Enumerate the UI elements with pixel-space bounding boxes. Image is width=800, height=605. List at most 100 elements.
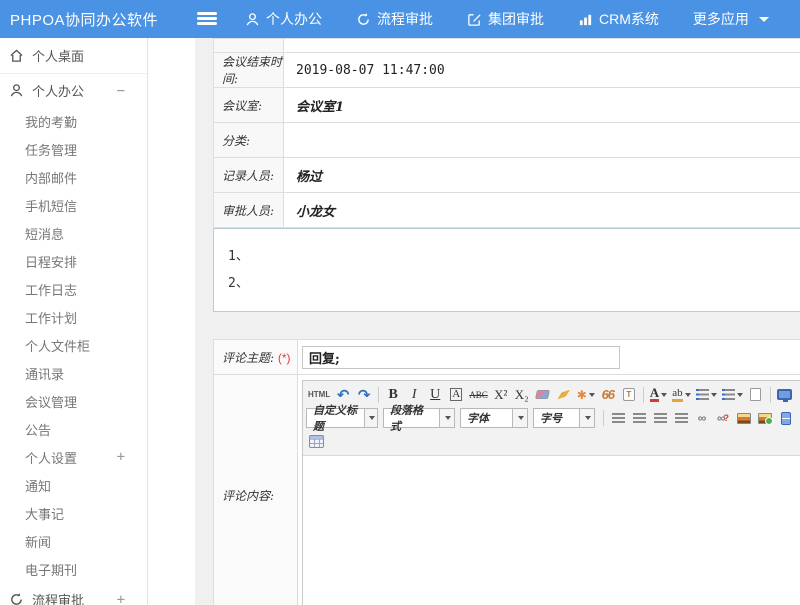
align-left-icon[interactable] [608, 408, 628, 428]
sidebar-item-meeting-management[interactable]: 会议管理 [0, 387, 147, 415]
chevron-down-icon [579, 409, 594, 427]
heading-select[interactable]: 自定义标题 [306, 408, 378, 428]
person-icon [9, 83, 24, 98]
sidebar-item-schedule[interactable]: 日程安排 [0, 247, 147, 275]
sidebar-item-sms[interactable]: 手机短信 [0, 191, 147, 219]
paste-as-text-icon[interactable]: T [619, 385, 639, 405]
sidebar: 个人桌面 个人办公 − 我的考勤 任务管理 内部邮件 手机短信 短消息 日程安排… [0, 38, 148, 605]
sidebar-item-my-attendance[interactable]: 我的考勤 [0, 107, 147, 135]
align-center-icon[interactable] [629, 408, 649, 428]
expand-icon[interactable]: + [117, 449, 147, 465]
comment-subject-input[interactable] [302, 346, 620, 369]
expand-icon[interactable]: + [117, 592, 147, 605]
editor-toolbar: HTML ↶ ↷ B I U A ABC X² X₂ [303, 381, 800, 456]
fullscreen-icon[interactable] [775, 385, 795, 405]
nav-label: CRM系统 [599, 9, 659, 29]
unlink-mark: ? [724, 413, 730, 423]
category-value [284, 123, 800, 158]
approver-value: 小龙女 [284, 193, 800, 228]
sidebar-item-label: 个人办公 [32, 81, 84, 100]
top-nav: 个人办公 流程审批 集团审批 CRM系统 更多应用 [231, 0, 783, 38]
edit-icon [467, 12, 482, 27]
nav-group-approval[interactable]: 集团审批 [453, 0, 558, 38]
nav-more-apps[interactable]: 更多应用 [679, 0, 783, 38]
sidebar-item-e-journal[interactable]: 电子期刊 [0, 555, 147, 583]
sidebar-item-contacts[interactable]: 通讯录 [0, 359, 147, 387]
sidebar-item-news[interactable]: 新闻 [0, 527, 147, 555]
comment-content-label-text: 评论内容: [222, 489, 274, 503]
font-style-button[interactable]: A [446, 385, 466, 405]
editor-content-area[interactable] [303, 456, 800, 605]
autoformat-wand-icon[interactable]: ✱ [575, 385, 597, 405]
sidebar-item-short-message[interactable]: 短消息 [0, 219, 147, 247]
meeting-content-box: 1、 2、 [213, 228, 800, 312]
table-row [214, 39, 800, 53]
font-family-select[interactable]: 字体 [460, 408, 528, 428]
sidebar-item-workflow-approval[interactable]: 流程审批 + [0, 583, 147, 605]
paragraph-format-select[interactable]: 段落格式 [383, 408, 455, 428]
sidebar-item-personal-settings[interactable]: 个人设置 + [0, 443, 147, 471]
insert-media-icon[interactable] [776, 408, 796, 428]
font-size-select[interactable]: 字号 [533, 408, 595, 428]
table-row: 审批人员: 小龙女 [214, 193, 800, 228]
upload-image-icon[interactable] [755, 408, 775, 428]
format-painter-icon[interactable] [554, 385, 574, 405]
table-row: 分类: [214, 123, 800, 158]
toolbar-row-3 [306, 430, 800, 453]
align-justify-icon[interactable] [671, 408, 691, 428]
nav-label: 更多应用 [693, 9, 749, 29]
insert-image-icon[interactable] [734, 408, 754, 428]
sidebar-item-personal-office[interactable]: 个人办公 − [0, 74, 147, 107]
sidebar-item-label: 流程审批 [32, 590, 84, 605]
sidebar-item-label: 任务管理 [25, 140, 77, 159]
chevron-down-icon [439, 409, 454, 427]
ordered-list-button[interactable] [694, 385, 719, 405]
nav-workflow-approval[interactable]: 流程审批 [342, 0, 447, 38]
nav-label: 个人办公 [266, 9, 322, 29]
sidebar-item-label: 工作日志 [25, 280, 77, 299]
remove-link-icon[interactable]: ∞? [713, 408, 733, 428]
sidebar-item-personal-desktop[interactable]: 个人桌面 [0, 38, 147, 74]
subscript-button[interactable]: X₂ [512, 385, 532, 405]
table-row: 会议结束时间: 2019-08-07 11:47:00 [214, 53, 800, 88]
sidebar-item-label: 通讯录 [25, 364, 64, 383]
wand-glyph: ✱ [577, 388, 587, 402]
sidebar-item-notice[interactable]: 通知 [0, 471, 147, 499]
paste-glyph: T [623, 388, 635, 401]
highlight-color-button[interactable]: ab [670, 385, 692, 405]
insert-link-icon[interactable]: ∞ [692, 408, 712, 428]
sidebar-item-label: 短消息 [25, 224, 64, 243]
hamburger-menu-icon[interactable] [197, 12, 217, 26]
meeting-end-time-label: 会议结束时间: [214, 53, 284, 88]
strikethrough-button[interactable]: ABC [467, 385, 490, 405]
cycle-icon [356, 12, 371, 27]
sidebar-item-internal-mail[interactable]: 内部邮件 [0, 163, 147, 191]
home-icon [9, 48, 24, 63]
nav-personal-office[interactable]: 个人办公 [231, 0, 336, 38]
sidebar-item-label: 公告 [25, 420, 51, 439]
sidebar-item-label: 内部邮件 [25, 168, 77, 187]
person-icon [245, 12, 260, 27]
collapse-icon[interactable]: − [117, 83, 147, 99]
font-color-button[interactable]: A [648, 385, 669, 405]
sidebar-item-announcement[interactable]: 公告 [0, 415, 147, 443]
sidebar-item-task-management[interactable]: 任务管理 [0, 135, 147, 163]
sidebar-item-label: 我的考勤 [25, 112, 77, 131]
sidebar-item-work-plan[interactable]: 工作计划 [0, 303, 147, 331]
sidebar-item-label: 通知 [25, 476, 51, 495]
insert-table-icon[interactable] [306, 432, 326, 452]
align-right-icon[interactable] [650, 408, 670, 428]
comment-subject-label: 评论主题: (*) [214, 340, 298, 375]
sidebar-item-work-diary[interactable]: 工作日志 [0, 275, 147, 303]
toolbar-row-1: HTML ↶ ↷ B I U A ABC X² X₂ [306, 383, 800, 406]
unordered-list-button[interactable] [720, 385, 745, 405]
new-page-icon[interactable] [746, 385, 766, 405]
table-row: 评论主题: (*) [214, 340, 800, 375]
eraser-icon[interactable] [533, 385, 553, 405]
superscript-button[interactable]: X² [491, 385, 511, 405]
meeting-end-time-value: 2019-08-07 11:47:00 [284, 53, 800, 88]
sidebar-item-personal-files[interactable]: 个人文件柜 [0, 331, 147, 359]
nav-crm-system[interactable]: CRM系统 [564, 0, 673, 38]
blockquote-button[interactable]: 66 [598, 385, 618, 405]
sidebar-item-memorabilia[interactable]: 大事记 [0, 499, 147, 527]
